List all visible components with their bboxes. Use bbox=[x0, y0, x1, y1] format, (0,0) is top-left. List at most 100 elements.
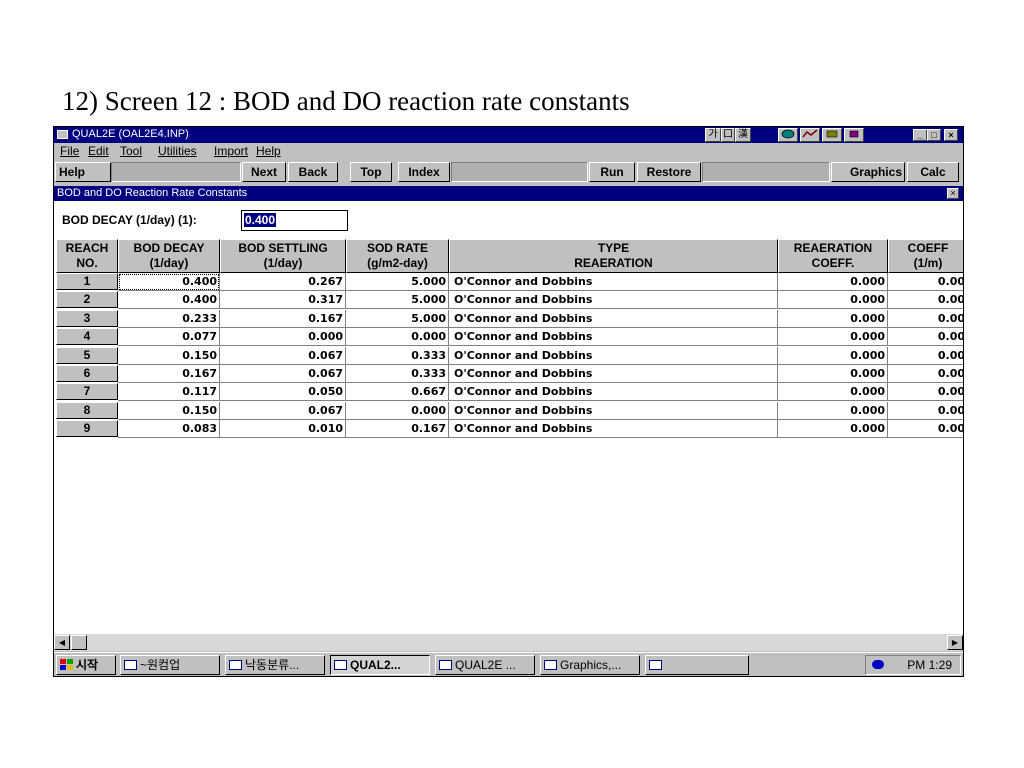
start-button[interactable]: 시작 bbox=[56, 655, 116, 675]
run-button[interactable]: Run bbox=[589, 162, 635, 182]
cell-coeff[interactable]: 0.00 bbox=[888, 365, 963, 383]
scroll-thumb[interactable] bbox=[71, 635, 87, 650]
cell-reaeration-type[interactable]: O'Connor and Dobbins bbox=[449, 291, 778, 310]
menu-help[interactable]: Help bbox=[256, 144, 281, 158]
cell-reaeration-type[interactable]: O'Connor and Dobbins bbox=[449, 383, 778, 402]
ime-hangul-icon[interactable]: 가 bbox=[705, 128, 721, 142]
cell-reaeration-type[interactable]: O'Connor and Dobbins bbox=[449, 273, 778, 291]
cell-bod-settling[interactable]: 0.167 bbox=[220, 309, 346, 328]
task-item[interactable]: 낙동분류... bbox=[225, 655, 325, 675]
task-item[interactable] bbox=[645, 655, 749, 675]
menu-tool[interactable]: Tool bbox=[120, 144, 142, 158]
cell-coeff[interactable]: 0.00 bbox=[888, 273, 963, 291]
graphics-button[interactable]: Graphics bbox=[831, 162, 905, 182]
cell-bod-decay[interactable]: 0.117 bbox=[118, 383, 220, 402]
cell-coeff[interactable]: 0.00 bbox=[888, 291, 963, 310]
index-button[interactable]: Index bbox=[398, 162, 450, 182]
cell-sod-rate[interactable]: 0.333 bbox=[346, 365, 449, 383]
row-header-reach[interactable]: 9 bbox=[56, 420, 118, 438]
cell-reaeration-coeff[interactable]: 0.000 bbox=[778, 383, 888, 402]
minimize-icon[interactable]: _ bbox=[913, 129, 927, 141]
cell-reaeration-coeff[interactable]: 0.000 bbox=[778, 365, 888, 383]
cell-bod-decay[interactable]: 0.083 bbox=[118, 420, 220, 439]
col-header-coeff[interactable]: COEFF (1/m) bbox=[888, 239, 963, 273]
menu-file[interactable]: File bbox=[60, 144, 79, 158]
cell-bod-settling[interactable]: 0.050 bbox=[220, 383, 346, 402]
cell-reaeration-coeff[interactable]: 0.000 bbox=[778, 291, 888, 310]
cell-bod-settling[interactable]: 0.317 bbox=[220, 291, 346, 310]
cell-reaeration-coeff[interactable]: 0.000 bbox=[778, 420, 888, 439]
next-button[interactable]: Next bbox=[242, 162, 286, 182]
cell-bod-settling[interactable]: 0.067 bbox=[220, 401, 346, 420]
ime-mode-icon[interactable]: 口 bbox=[721, 128, 735, 142]
cell-reaeration-coeff[interactable]: 0.000 bbox=[778, 401, 888, 420]
cell-sod-rate[interactable]: 0.000 bbox=[346, 328, 449, 347]
close-icon[interactable]: × bbox=[944, 129, 958, 141]
top-button[interactable]: Top bbox=[350, 162, 392, 182]
col-header-reach[interactable]: REACH NO. bbox=[56, 239, 118, 273]
cell-coeff[interactable]: 0.00 bbox=[888, 347, 963, 365]
cell-sod-rate[interactable]: 5.000 bbox=[346, 291, 449, 310]
cell-reaeration-coeff[interactable]: 0.000 bbox=[778, 346, 888, 365]
bod-decay-input[interactable]: 0.400 bbox=[241, 210, 348, 231]
menu-import[interactable]: Import bbox=[214, 144, 248, 158]
cell-reaeration-type[interactable]: O'Connor and Dobbins bbox=[449, 309, 778, 328]
task-item-active[interactable]: QUAL2... bbox=[330, 655, 430, 675]
chat-icon[interactable] bbox=[872, 660, 884, 669]
row-header-reach[interactable]: 8 bbox=[56, 401, 118, 419]
restore-button[interactable]: Restore bbox=[637, 162, 701, 182]
cell-reaeration-type[interactable]: O'Connor and Dobbins bbox=[449, 420, 778, 439]
cell-sod-rate[interactable]: 0.667 bbox=[346, 383, 449, 402]
row-header-reach[interactable]: 4 bbox=[56, 328, 118, 346]
col-header-reaeration-coeff[interactable]: REAERATION COEFF. bbox=[778, 239, 888, 273]
cell-bod-settling[interactable]: 0.010 bbox=[220, 420, 346, 439]
cell-reaeration-type[interactable]: O'Connor and Dobbins bbox=[449, 401, 778, 420]
col-header-sod-rate[interactable]: SOD RATE (g/m2-day) bbox=[346, 239, 449, 273]
calc-button[interactable]: Calc bbox=[907, 162, 959, 182]
window-titlebar[interactable]: QUAL2E (OAL2E4.INP) 가 口 漢 _ □ × bbox=[54, 127, 963, 143]
col-header-bod-settling[interactable]: BOD SETTLING (1/day) bbox=[220, 239, 346, 273]
cell-reaeration-coeff[interactable]: 0.000 bbox=[778, 273, 888, 291]
panel-close-icon[interactable]: × bbox=[947, 188, 959, 199]
cell-coeff[interactable]: 0.00 bbox=[888, 328, 963, 347]
task-item[interactable]: QUAL2E ... bbox=[435, 655, 535, 675]
cell-bod-decay[interactable]: 0.233 bbox=[118, 309, 220, 328]
cell-bod-settling[interactable]: 0.000 bbox=[220, 328, 346, 347]
cell-bod-decay[interactable]: 0.150 bbox=[118, 401, 220, 420]
cell-sod-rate[interactable]: 0.167 bbox=[346, 420, 449, 439]
col-header-bod-decay[interactable]: BOD DECAY (1/day) bbox=[118, 239, 220, 273]
cell-coeff[interactable]: 0.00 bbox=[888, 402, 963, 420]
cell-coeff[interactable]: 0.00 bbox=[888, 383, 963, 402]
maximize-icon[interactable]: □ bbox=[927, 129, 941, 141]
cell-sod-rate[interactable]: 5.000 bbox=[346, 309, 449, 328]
row-header-reach[interactable]: 7 bbox=[56, 383, 118, 401]
horizontal-scrollbar[interactable]: ◀ ▶ bbox=[54, 634, 963, 651]
menu-utilities[interactable]: Utilities bbox=[158, 144, 197, 158]
row-header-reach[interactable]: 6 bbox=[56, 365, 118, 382]
cell-sod-rate[interactable]: 0.000 bbox=[346, 401, 449, 420]
cell-reaeration-type[interactable]: O'Connor and Dobbins bbox=[449, 328, 778, 347]
cell-bod-settling[interactable]: 0.067 bbox=[220, 346, 346, 365]
scroll-left-icon[interactable]: ◀ bbox=[54, 635, 70, 650]
globe-icon[interactable] bbox=[778, 128, 798, 142]
cell-bod-settling[interactable]: 0.267 bbox=[220, 273, 346, 291]
row-header-reach[interactable]: 3 bbox=[56, 309, 118, 327]
cell-reaeration-type[interactable]: O'Connor and Dobbins bbox=[449, 365, 778, 383]
speaker-icon[interactable] bbox=[844, 128, 864, 142]
app-icon[interactable] bbox=[57, 130, 68, 139]
cell-bod-decay[interactable]: 0.400 bbox=[118, 291, 220, 310]
cell-bod-decay[interactable]: 0.077 bbox=[118, 328, 220, 347]
cell-reaeration-coeff[interactable]: 0.000 bbox=[778, 328, 888, 347]
cell-bod-decay[interactable]: 0.167 bbox=[118, 365, 220, 383]
row-header-reach[interactable]: 1 bbox=[56, 273, 118, 290]
cell-coeff[interactable]: 0.00 bbox=[888, 420, 963, 439]
cell-reaeration-type[interactable]: O'Connor and Dobbins bbox=[449, 346, 778, 365]
help-button[interactable]: Help bbox=[55, 162, 111, 182]
cell-sod-rate[interactable]: 0.333 bbox=[346, 346, 449, 365]
back-button[interactable]: Back bbox=[288, 162, 338, 182]
row-header-reach[interactable]: 2 bbox=[56, 291, 118, 309]
menu-edit[interactable]: Edit bbox=[88, 144, 109, 158]
cell-bod-decay[interactable]: 0.400 bbox=[118, 273, 220, 291]
task-item[interactable]: Graphics,... bbox=[540, 655, 640, 675]
cell-coeff[interactable]: 0.00 bbox=[888, 310, 963, 328]
